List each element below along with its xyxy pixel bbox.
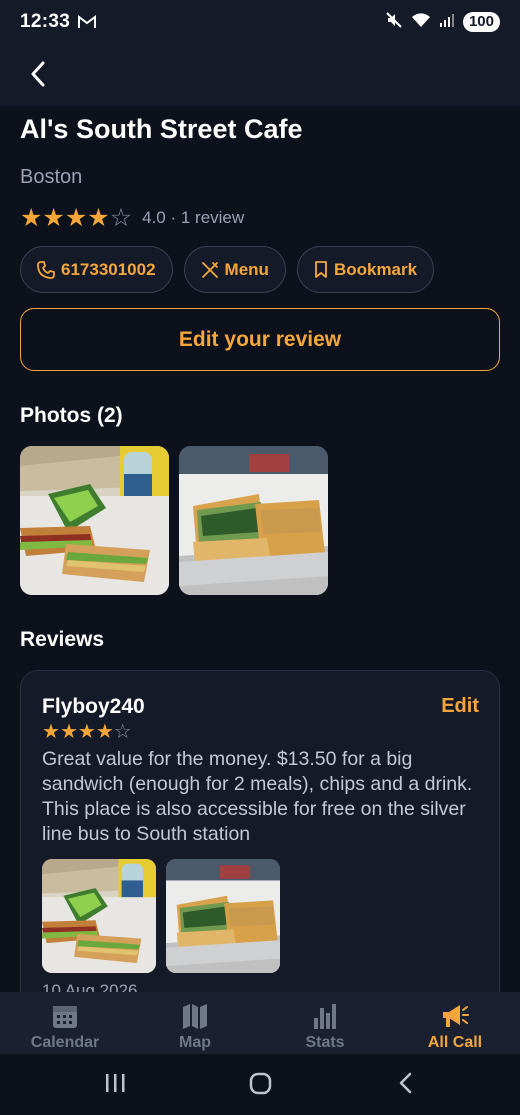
star-filled-icon: ★ <box>87 204 110 232</box>
mute-icon <box>385 11 403 34</box>
gmail-icon <box>78 15 97 29</box>
nav-label: All Call <box>427 1034 483 1051</box>
review-card: Flyboy240 Edit ★ ★ ★ ★ ☆ Great value for the… <box>20 670 500 1030</box>
star-filled-icon: ★ <box>59 721 78 743</box>
status-icons: 100 <box>385 11 500 34</box>
rating-text: 4.0 · 1 review <box>142 208 245 227</box>
home-button[interactable] <box>249 1072 272 1095</box>
megaphone-icon <box>443 1005 469 1027</box>
star-filled-icon: ★ <box>42 204 65 232</box>
utensils-icon <box>201 261 218 278</box>
bookmark-button[interactable]: Bookmark <box>296 246 435 293</box>
stats-icon <box>314 1004 336 1029</box>
star-filled-icon: ★ <box>64 204 88 232</box>
bottom-navigation: Calendar Map Stats All Call <box>0 992 520 1054</box>
photo-thumbnail[interactable] <box>20 446 169 595</box>
star-filled-icon: ★ <box>20 204 43 232</box>
nav-calendar[interactable]: Calendar <box>0 992 130 1054</box>
place-city: Boston <box>20 166 83 188</box>
action-buttons: 6173301002 Menu Bookmark <box>20 246 435 293</box>
nav-label: Calendar <box>30 1034 100 1051</box>
review-photo-thumbnail[interactable] <box>42 859 156 973</box>
back-button[interactable] <box>22 58 54 90</box>
star-empty-icon: ☆ <box>109 204 133 232</box>
review-photo-thumbnail[interactable] <box>166 859 280 973</box>
menu-label: Menu <box>224 259 269 279</box>
photos-heading: Photos (2) <box>20 404 123 427</box>
star-filled-icon: ★ <box>95 721 114 743</box>
call-button[interactable]: 6173301002 <box>20 246 173 293</box>
star-rating: ★ ★ ★ ★ ☆ <box>20 204 132 232</box>
phone-number: 6173301002 <box>61 259 156 279</box>
star-filled-icon: ★ <box>77 721 96 743</box>
reviews-heading: Reviews <box>20 628 105 651</box>
nav-label: Map <box>179 1034 211 1051</box>
nav-stats[interactable]: Stats <box>260 992 390 1054</box>
system-back-button[interactable] <box>399 1072 412 1094</box>
edit-review-button[interactable]: Edit your review <box>20 308 500 371</box>
review-text: Great value for the money. $13.50 for a … <box>42 748 473 845</box>
rating-summary: ★ ★ ★ ★ ☆ 4.0 · 1 review <box>20 204 244 232</box>
photo-thumbnail[interactable] <box>179 446 328 595</box>
status-time: 12:33 <box>20 11 71 32</box>
reviewer-name: Flyboy240 <box>42 695 145 718</box>
nav-label: Stats <box>305 1034 345 1051</box>
calendar-icon <box>53 1006 77 1028</box>
recent-apps-button[interactable] <box>106 1074 125 1092</box>
system-navigation-bar <box>0 1054 520 1115</box>
sandwich-photo <box>42 859 156 973</box>
phone-icon <box>37 260 55 279</box>
edit-review-link[interactable]: Edit <box>441 695 479 718</box>
sandwich-photo <box>179 446 328 595</box>
place-title: Al's South Street Cafe <box>20 114 303 144</box>
top-app-bar <box>0 44 520 106</box>
review-photos <box>42 859 280 973</box>
battery-indicator: 100 <box>462 12 500 32</box>
status-bar: 12:33 100 <box>0 0 520 44</box>
chevron-left-icon <box>31 61 45 87</box>
nav-map[interactable]: Map <box>130 992 260 1054</box>
sandwich-photo <box>166 859 280 973</box>
nav-all-call[interactable]: All Call <box>390 992 520 1054</box>
review-star-rating: ★ ★ ★ ★ ☆ <box>42 721 132 743</box>
bookmark-icon <box>315 260 327 278</box>
star-filled-icon: ★ <box>42 721 60 743</box>
signal-icon <box>439 12 455 33</box>
star-empty-icon: ☆ <box>113 721 132 743</box>
menu-button[interactable]: Menu <box>183 246 286 293</box>
bookmark-label: Bookmark <box>333 259 418 279</box>
sandwich-photo <box>20 446 169 595</box>
map-icon <box>183 1004 207 1029</box>
photo-gallery <box>20 446 328 595</box>
wifi-icon <box>411 12 431 33</box>
